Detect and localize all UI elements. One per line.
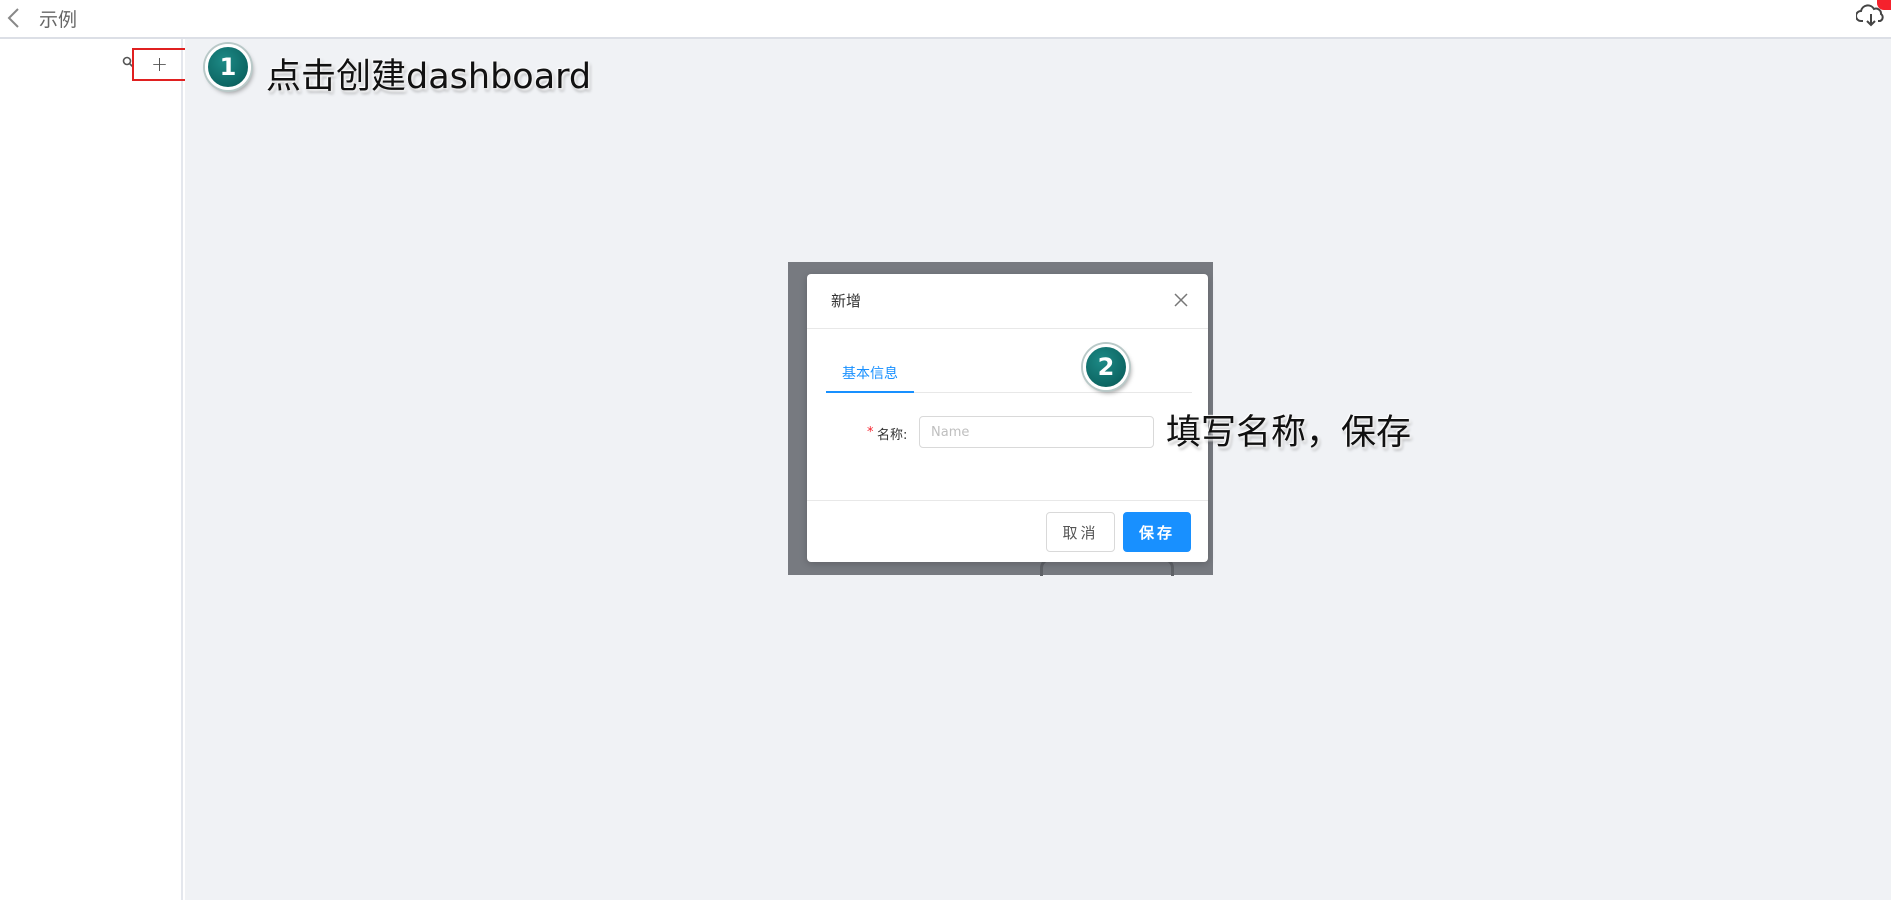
- save-button[interactable]: 保存: [1123, 512, 1191, 552]
- step-2-instruction: 填写名称，保存: [1166, 413, 1412, 453]
- step-1-marker: 1: [205, 44, 251, 90]
- page-title: 示例: [39, 9, 78, 31]
- step-2-marker: 2: [1083, 344, 1129, 390]
- top-bar: 示例: [0, 0, 1891, 39]
- dialog-footer: 取消 保存: [807, 500, 1208, 562]
- name-label: 名称:: [877, 428, 908, 443]
- create-dialog: 新增 基本信息 * 名称: 取消 保存: [807, 274, 1208, 562]
- dialog-title: 新增: [831, 292, 862, 310]
- sidebar: +: [0, 39, 187, 900]
- name-input[interactable]: [919, 416, 1154, 448]
- add-dashboard-button[interactable]: +: [132, 48, 187, 81]
- chevron-left-icon[interactable]: [4, 6, 24, 30]
- close-icon[interactable]: [1174, 293, 1188, 307]
- dialog-header: 新增: [807, 274, 1208, 329]
- name-form-row: * 名称:: [807, 416, 1208, 450]
- required-asterisk: *: [867, 425, 874, 440]
- dialog-tabs: 基本信息: [826, 357, 1192, 393]
- notification-badge: [1877, 0, 1891, 10]
- step-1-instruction: 点击创建dashboard: [266, 57, 592, 97]
- tab-basic-info[interactable]: 基本信息: [826, 357, 914, 393]
- cancel-button[interactable]: 取消: [1046, 512, 1115, 552]
